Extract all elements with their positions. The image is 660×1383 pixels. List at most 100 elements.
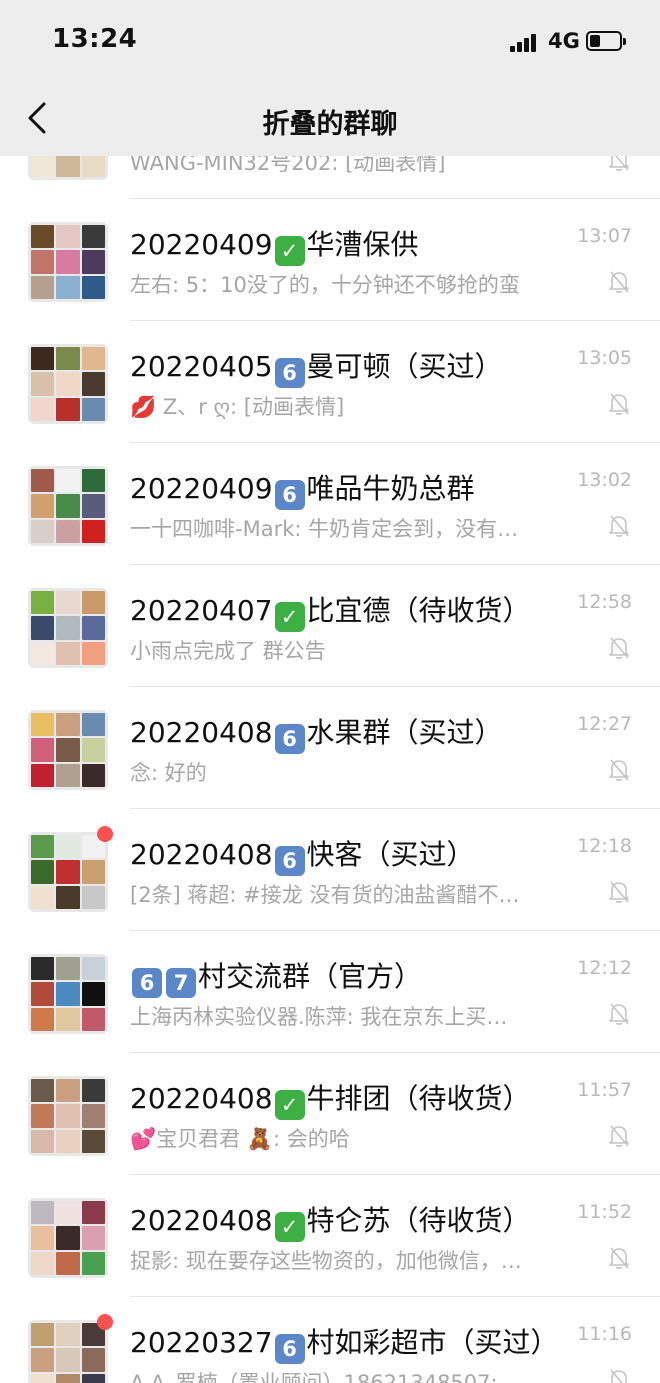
message-time: 11:52 xyxy=(577,1201,632,1223)
message-time: 12:27 xyxy=(577,713,632,735)
avatar-tile xyxy=(81,1348,105,1372)
avatar-tile xyxy=(56,1104,80,1128)
chat-title-date: 20220405 xyxy=(130,350,273,383)
message-time: 12:18 xyxy=(577,835,632,857)
chat-title: 20220408 ✓ 特仑苏（待收货） xyxy=(130,1199,531,1242)
bell-muted-icon xyxy=(610,1369,627,1383)
avatar-tile xyxy=(81,1129,105,1153)
message-time: 13:05 xyxy=(577,347,632,369)
avatar-tile xyxy=(81,641,105,665)
status-time: 13:24 xyxy=(52,24,138,54)
message-time: 12:12 xyxy=(577,957,632,979)
chat-title: 20220409 ✓ 华漕保供 xyxy=(130,223,419,266)
avatar-tile xyxy=(31,957,55,981)
chat-title: 20220408 6 水果群（买过） xyxy=(130,711,503,754)
avatar-tile xyxy=(81,519,105,543)
chat-title-date: 20220408 xyxy=(130,1204,273,1237)
bell-muted-icon xyxy=(609,1247,629,1269)
avatar-tile xyxy=(56,347,80,371)
message-preview: 念: 好的 xyxy=(130,761,207,785)
unread-dot xyxy=(97,826,113,842)
avatar-tile xyxy=(56,1079,80,1103)
avatar-tile xyxy=(56,275,80,299)
chat-list-item[interactable]: 20220405 6 曼可顿（买过） 💋 Z、r ღ: [动画表情] 13:05 xyxy=(0,321,660,443)
message-time: 11:57 xyxy=(577,1079,632,1101)
chat-list-item[interactable]: 20220408 6 水果群（买过） 念: 好的 12:27 xyxy=(0,687,660,809)
chat-list-item[interactable]: 6 7 村交流群（官方） 上海丙林实验仪器.陈萍: 我在京东上买… 12:12 xyxy=(0,931,660,1053)
status-bar: 13:24 4G xyxy=(0,0,660,84)
avatar-tile xyxy=(81,347,105,371)
avatar-tile xyxy=(81,616,105,640)
message-preview: 捉影: 现在要存这些物资的，加他微信，… xyxy=(130,1249,522,1273)
group-avatar xyxy=(28,1076,108,1156)
battery-level xyxy=(590,35,600,47)
group-avatar xyxy=(28,832,108,912)
check-badge-icon: ✓ xyxy=(274,602,305,632)
avatar-tile xyxy=(56,519,80,543)
chat-list-item[interactable]: 20220408 6 快客（买过） [2条] 蒋超: #接龙 没有货的油盐酱醋不… 12… xyxy=(0,809,660,931)
avatar-tile xyxy=(31,372,55,396)
chat-title: 20220327 6 村如彩超市（买过） xyxy=(130,1321,559,1364)
avatar-tile xyxy=(81,1226,105,1250)
group-avatar xyxy=(28,1198,108,1278)
chat-list-item[interactable]: 20220409 6 唯品牛奶总群 一十四咖啡-Mark: 牛奶肯定会到，没有… 13:… xyxy=(0,443,660,565)
avatar-tile xyxy=(81,1373,105,1383)
avatar-tile xyxy=(56,1226,80,1250)
avatar-tile xyxy=(81,1079,105,1103)
avatar-tile xyxy=(56,1201,80,1225)
battery-icon xyxy=(586,31,626,51)
avatar-tile xyxy=(81,885,105,909)
avatar-tile xyxy=(56,1323,80,1347)
avatar-tile xyxy=(81,250,105,274)
chat-title-name: 特仑苏（待收货） xyxy=(306,1204,531,1237)
chat-title-name: 快客（买过） xyxy=(306,838,475,871)
check-badge-icon: ✓ xyxy=(274,236,305,266)
group-avatar xyxy=(28,466,108,546)
bell-muted-icon xyxy=(609,759,629,781)
avatar-tile xyxy=(31,885,55,909)
group-avatar xyxy=(28,222,108,302)
chat-title: 20220409 6 唯品牛奶总群 xyxy=(130,467,475,510)
message-time: 13:07 xyxy=(577,225,632,247)
unread-dot xyxy=(97,1314,113,1330)
avatar-tile xyxy=(56,641,80,665)
avatar-tile xyxy=(81,738,105,762)
message-time: 13:02 xyxy=(577,469,632,491)
chat-list-item[interactable]: 20220408 ✓ 牛排团（待收货） 💕宝贝君君 🧸: 会的哈 11:57 xyxy=(0,1053,660,1175)
avatar-tile xyxy=(31,347,55,371)
avatar-tile xyxy=(31,835,55,859)
avatar-tile xyxy=(81,860,105,884)
avatar-tile xyxy=(56,469,80,493)
chat-list-item[interactable]: 20220408 ✓ 特仑苏（待收货） 捉影: 现在要存这些物资的，加他微信，… 11:… xyxy=(0,1175,660,1297)
chat-title-date: 20220408 xyxy=(130,1082,273,1115)
avatar-tile xyxy=(56,225,80,249)
avatar-tile xyxy=(81,763,105,787)
chat-list-item[interactable]: 20220409 ✓ 华漕保供 左右: 5：10没了的，十分钟还不够抢的蛮 13:07 xyxy=(0,199,660,321)
check-badge-icon: ✓ xyxy=(274,1212,305,1242)
avatar-tile xyxy=(31,1007,55,1031)
avatar-tile xyxy=(31,250,55,274)
avatar-tile xyxy=(81,275,105,299)
chat-title-date: 20220409 xyxy=(130,228,273,261)
avatar-tile xyxy=(31,860,55,884)
chat-list-item[interactable]: 20220327 6 村如彩超市（买过） A.A_罗楠（置业顾问）1862134850… xyxy=(0,1297,660,1383)
avatar-tile xyxy=(81,591,105,615)
number-badge-icon: 6 xyxy=(274,480,305,510)
chat-title-date: 20220408 xyxy=(130,716,273,749)
avatar-tile xyxy=(56,250,80,274)
chat-title-name: 唯品牛奶总群 xyxy=(306,472,475,505)
avatar-tile xyxy=(56,713,80,737)
avatar-tile xyxy=(31,1079,55,1103)
group-avatar xyxy=(28,1320,108,1383)
avatar-tile xyxy=(81,1007,105,1031)
page-title: 折叠的群聊 xyxy=(262,109,398,140)
chat-list-item[interactable]: WANG-MIN32号202: [动画表情] xyxy=(0,156,660,199)
avatar-tile xyxy=(81,1201,105,1225)
avatar-tile xyxy=(81,397,105,421)
chat-list-item[interactable]: 20220407 ✓ 比宜德（待收货） 小雨点完成了 群公告 12:58 xyxy=(0,565,660,687)
number-badge-icon: 6 xyxy=(274,358,305,388)
avatar-tile xyxy=(31,225,55,249)
bell-muted-icon xyxy=(609,393,629,415)
message-preview: WANG-MIN32号202: [动画表情] xyxy=(130,156,446,175)
bell-muted-icon xyxy=(609,1125,629,1147)
